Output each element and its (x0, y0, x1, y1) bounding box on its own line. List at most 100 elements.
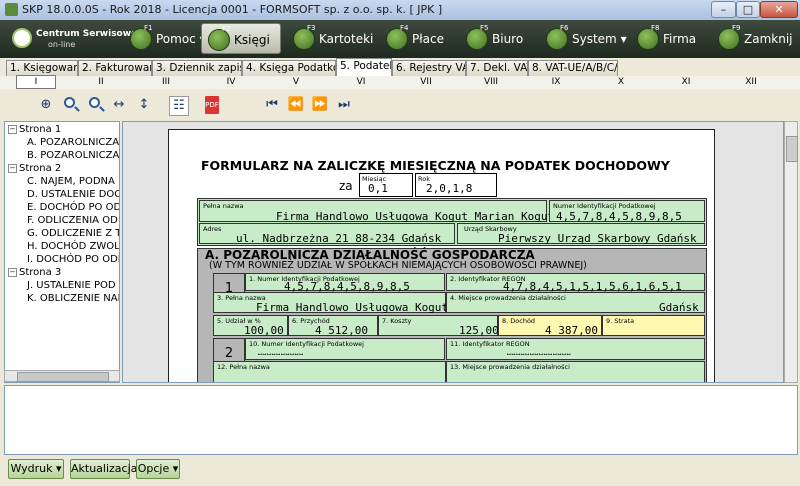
page-tab-iii[interactable]: III (146, 76, 186, 89)
form-vertical-scrollbar[interactable] (784, 121, 798, 383)
scrollbar-thumb[interactable] (17, 372, 109, 382)
page-tab-ix[interactable]: IX (536, 76, 576, 89)
centrum-serwisowe-logo[interactable]: Centrum Serwisowe on-line (4, 23, 137, 55)
page-tab-xii[interactable]: XII (731, 76, 771, 89)
tree-node-strona-3[interactable]: − Strona 3 (8, 267, 61, 278)
row1-costs-label: 7. Koszty (382, 317, 412, 325)
ksiegi-button[interactable]: F2 Księgi (201, 23, 281, 54)
close-icon: ✕ (774, 3, 784, 16)
row1-costs-field[interactable]: 7. Koszty 125,00 (378, 315, 499, 337)
tab-dekl-vat[interactable]: 7. Dekl. VAT (466, 60, 528, 76)
collapse-icon: − (8, 124, 17, 134)
year-box[interactable]: Rok 2,0,1,8 (415, 173, 497, 197)
page-tab-vii[interactable]: VII (406, 76, 446, 89)
tree-item-d[interactable]: D. USTALENIE DOC (27, 189, 119, 200)
zamknij-button[interactable]: F9 Zamknij (712, 23, 798, 54)
logo-line1: Centrum Serwisowe (36, 29, 138, 39)
tree-item-f[interactable]: F. ODLICZENIA OD (27, 215, 118, 226)
close-window-button[interactable]: ✕ (760, 1, 798, 18)
row2-nip-field[interactable]: 10. Numer Identyfikacji Podatkowej ⎵⎵⎵⎵⎵… (245, 338, 445, 360)
page-tab-viii[interactable]: VIII (471, 76, 511, 89)
form-title: FORMULARZ NA ZALICZKĘ MIESIĘCZNĄ NA PODA… (201, 158, 670, 173)
tree-item-k[interactable]: K. OBLICZENIE NAI (27, 293, 119, 304)
biuro-label: Biuro (492, 32, 524, 46)
tree-horizontal-scrollbar[interactable] (4, 370, 120, 382)
pdf-export-button[interactable]: PDF (205, 96, 219, 114)
place-button[interactable]: F4 Płace (380, 23, 444, 54)
address-field[interactable]: Adres ul. Nadbrzeżna 21 88-234 Gdańsk (199, 223, 455, 245)
row1-share-field[interactable]: 5. Udział w % 100,00 (213, 315, 288, 337)
update-button[interactable]: Aktualizacja (70, 459, 137, 479)
tree-node-strona-2[interactable]: − Strona 2 (8, 163, 61, 174)
fit-page-button[interactable]: ⊕ (37, 96, 55, 114)
zoom-in-icon (64, 97, 75, 108)
kartoteki-button[interactable]: F3 Kartoteki (287, 23, 373, 54)
view-toolbar: ⊕ ↔ ↕ ☷ PDF ⏮ ⏪ ⏩ ⏭ (0, 89, 800, 121)
tab-ksiegowanie[interactable]: 1. Księgowanie (6, 60, 78, 76)
biuro-button[interactable]: F5 Biuro (460, 23, 526, 54)
zoom-in-button[interactable] (62, 96, 80, 114)
fit-width-button[interactable]: ↔ (110, 96, 128, 114)
page-tab-vi[interactable]: VI (341, 76, 381, 89)
print-menu-button[interactable]: Wydruk ▾ (8, 459, 64, 479)
page-tab-ii[interactable]: II (81, 76, 121, 89)
row2-regon-field[interactable]: 11. Identyfikator REGON ⎵⎵⎵⎵⎵⎵⎵⎵⎵⎵⎵⎵⎵⎵ (446, 338, 705, 360)
first-page-icon: ⏮ (266, 97, 278, 112)
tree-item-a[interactable]: A. POZAROLNICZA (27, 137, 119, 148)
page-tab-i[interactable]: I (16, 75, 56, 89)
row1-place-field[interactable]: 4. Miejsce prowadzenia działalności Gdań… (446, 292, 705, 314)
fit-height-button[interactable]: ↕ (135, 96, 153, 114)
tree-toggle-button[interactable]: ☷ (169, 96, 189, 116)
section-a-subtitle: (W TYM RÓWNIEŻ UDZIAŁ W SPÓŁKACH NIEMAJĄ… (209, 260, 587, 271)
month-box[interactable]: Miesiąc 0,1 (359, 173, 413, 197)
minimize-button[interactable]: – (711, 1, 736, 18)
page-tab-xi[interactable]: XI (666, 76, 706, 89)
row1-regon-field[interactable]: 2. Identyfikator REGON 4,7,8,4,5,1,5,1,5… (446, 273, 705, 293)
tree-item-i[interactable]: I. DOCHÓD PO ODL (27, 254, 119, 265)
tab-ksiega-podatkowa[interactable]: 4. Księga Podatkowa (242, 60, 336, 76)
help-label: Pomoc ▾ (156, 32, 206, 46)
system-menu-button[interactable]: F6 System ▾ (540, 23, 627, 54)
row1-profit-field[interactable]: 8. Dochód 4 387,00 (498, 315, 602, 337)
next-page-button[interactable]: ⏩ (311, 96, 329, 114)
tree-node-strona-1[interactable]: − Strona 1 (8, 124, 61, 135)
last-page-button[interactable]: ⏭ (335, 96, 353, 114)
tab-vat-ue[interactable]: 8. VAT-UE/A/B/C/K (528, 60, 618, 76)
tree-item-j[interactable]: J. USTALENIE POD (27, 280, 116, 291)
tab-dziennik-zapisow[interactable]: 3. Dziennik zapisów (152, 60, 242, 76)
page-tab-x[interactable]: X (601, 76, 641, 89)
tab-rejestry-vat[interactable]: 6. Rejestry VAT (392, 60, 466, 76)
help-menu-button[interactable]: F1 Pomoc ▾ (124, 23, 206, 54)
row1-nip-field[interactable]: 1. Numer Identyfikacji Podatkowej 4,5,7,… (245, 273, 445, 293)
row1-income-field[interactable]: 6. Przychód 4 512,00 (288, 315, 378, 337)
nip-field[interactable]: Numer Identyfikacji Podatkowej 4,5,7,8,4… (549, 200, 705, 223)
row1-loss-field[interactable]: 9. Strata (602, 315, 705, 336)
zoom-out-button[interactable] (87, 96, 105, 114)
tab-podatek[interactable]: 5. Podatek (336, 58, 392, 76)
tree-item-h[interactable]: H. DOCHÓD ZWOLI (27, 241, 119, 252)
prev-page-button[interactable]: ⏪ (287, 96, 305, 114)
page-tab-iv[interactable]: IV (211, 76, 251, 89)
tax-office-field[interactable]: Urząd Skarbowy Pierwszy Urząd Skarbowy G… (457, 223, 705, 245)
row1-profit-label: 8. Dochód (502, 317, 536, 325)
row1-name-field[interactable]: 3. Pełna nazwa Firma Handlowo Usługowa K… (213, 292, 448, 314)
row1-profit-value: 4 387,00 (545, 324, 598, 337)
row1-income-value: 4 512,00 (315, 324, 368, 337)
firma-button[interactable]: F8 Firma (631, 23, 697, 54)
tab-fakturowanie[interactable]: 2. Fakturowanie (78, 60, 152, 76)
tree-item-c[interactable]: C. NAJEM, PODNA (27, 176, 115, 187)
tree-icon: ☷ (173, 98, 185, 113)
full-name-field[interactable]: Pełna nazwa Firma Handlowo Usługowa Kogu… (199, 200, 554, 223)
page-tab-v[interactable]: V (276, 76, 316, 89)
tree-item-g[interactable]: G. ODLICZENIE Z T (27, 228, 119, 239)
tree-item-e[interactable]: E. DOCHÓD PO OD (27, 202, 119, 213)
full-name-label: Pełna nazwa (203, 202, 244, 210)
tax-office-value: Pierwszy Urząd Skarbowy Gdańsk (498, 232, 697, 245)
scrollbar-thumb[interactable] (786, 136, 798, 162)
maximize-button[interactable]: □ (736, 1, 760, 18)
row2-place-field[interactable]: 13. Miejsce prowadzenia działalności (446, 361, 705, 382)
row2-name-field[interactable]: 12. Pełna nazwa (213, 361, 446, 382)
first-page-button[interactable]: ⏮ (263, 96, 281, 114)
tree-item-b[interactable]: B. POZAROLNICZA (27, 150, 119, 161)
options-menu-button[interactable]: Opcje ▾ (136, 459, 180, 479)
